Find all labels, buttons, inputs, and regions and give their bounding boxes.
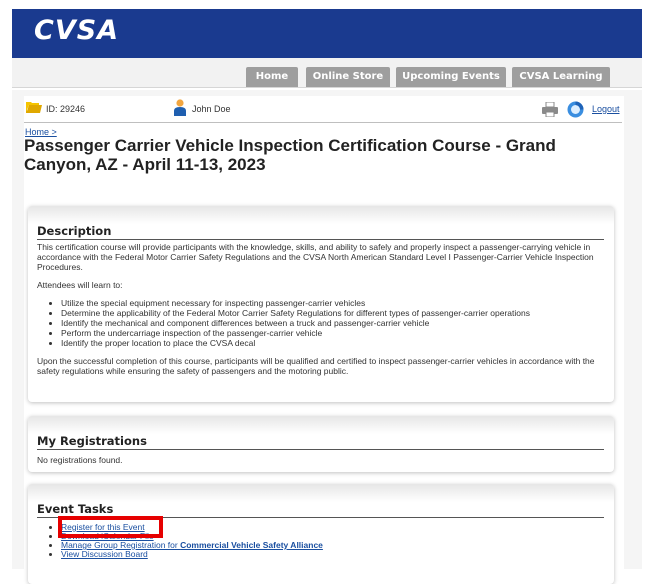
no-registrations-text: No registrations found. bbox=[37, 455, 123, 465]
highlight-box bbox=[58, 516, 163, 538]
attendees-intro: Attendees will learn to: bbox=[37, 280, 123, 290]
tab-upcoming-events[interactable]: Upcoming Events bbox=[396, 67, 506, 87]
list-item: Identify the mechanical and component di… bbox=[61, 318, 604, 328]
page-title: Passenger Carrier Vehicle Inspection Cer… bbox=[24, 136, 556, 174]
header-banner: CVSA bbox=[12, 9, 642, 58]
list-item: Utilize the special equipment necessary … bbox=[61, 298, 604, 308]
user-id: ID: 29246 bbox=[46, 104, 86, 114]
list-item: Determine the applicability of the Feder… bbox=[61, 308, 604, 318]
objectives-list: Utilize the special equipment necessary … bbox=[37, 298, 604, 348]
nav-bar: Home Online Store Upcoming Events CVSA L… bbox=[12, 58, 642, 88]
description-heading: Description bbox=[37, 224, 112, 238]
cvsa-logo[interactable]: CVSA bbox=[34, 15, 119, 46]
description-section: Description This certification course wi… bbox=[28, 206, 614, 402]
event-tasks-heading: Event Tasks bbox=[37, 502, 114, 516]
help-icon[interactable] bbox=[567, 101, 584, 118]
registrations-section: My Registrations No registrations found. bbox=[28, 416, 614, 472]
description-outro: Upon the successful completion of this c… bbox=[37, 356, 595, 376]
tab-home[interactable]: Home bbox=[246, 67, 298, 87]
list-item: View Discussion Board bbox=[61, 550, 604, 559]
logout-link[interactable]: Logout bbox=[592, 104, 620, 114]
organization-name: Commercial Vehicle Safety Alliance bbox=[180, 540, 323, 550]
list-item: Identify the proper location to place th… bbox=[61, 338, 604, 348]
folder-icon bbox=[26, 102, 42, 113]
user-bar: ID: 29246 John Doe Logout bbox=[24, 96, 622, 123]
registrations-heading: My Registrations bbox=[37, 434, 147, 448]
printer-icon[interactable] bbox=[542, 102, 558, 117]
user-name: John Doe bbox=[192, 104, 231, 114]
discussion-board-link[interactable]: View Discussion Board bbox=[61, 549, 148, 559]
tab-cvsa-learning[interactable]: CVSA Learning bbox=[512, 67, 610, 87]
list-item: Perform the undercarriage inspection of … bbox=[61, 328, 604, 338]
main-content: ID: 29246 John Doe Logout Home > Passeng… bbox=[24, 96, 624, 584]
tab-online-store[interactable]: Online Store bbox=[306, 67, 390, 87]
description-intro: This certification course will provide p… bbox=[37, 242, 594, 272]
user-icon bbox=[174, 99, 186, 116]
